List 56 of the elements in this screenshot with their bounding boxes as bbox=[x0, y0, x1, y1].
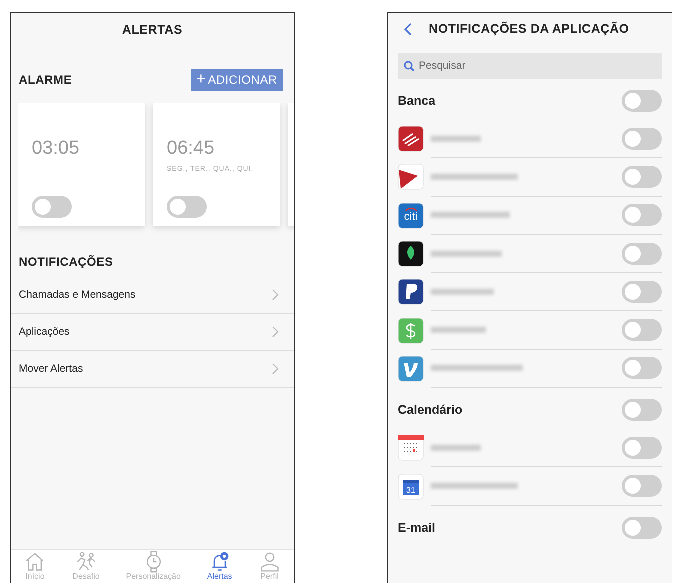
flag-stripes-icon bbox=[398, 126, 424, 152]
section-title: NOTIFICAÇÕES bbox=[19, 255, 114, 269]
chevron-right-icon bbox=[272, 289, 279, 301]
blurred-app-name bbox=[431, 250, 502, 257]
calendar-icon bbox=[398, 435, 424, 462]
calendar-date-text: 31 bbox=[406, 486, 416, 495]
blurred-app-name bbox=[431, 327, 486, 334]
toggle-switch[interactable] bbox=[622, 319, 662, 342]
runners-icon bbox=[75, 551, 98, 573]
dollar-icon bbox=[398, 318, 424, 344]
person-icon bbox=[258, 551, 281, 573]
tab-bar-item[interactable]: Perfil bbox=[258, 551, 281, 583]
search-icon bbox=[404, 60, 415, 72]
toggle-switch[interactable] bbox=[622, 436, 662, 459]
alarm-time: 03:05 bbox=[32, 138, 80, 160]
leaf-icon bbox=[398, 241, 424, 268]
back-chevron-icon[interactable] bbox=[404, 22, 412, 36]
blurred-app-name bbox=[431, 288, 494, 295]
toggle-switch[interactable] bbox=[167, 196, 207, 218]
list-item[interactable]: Aplicações bbox=[11, 314, 294, 351]
section-title: ALARME bbox=[19, 73, 72, 87]
blurred-app-name bbox=[431, 136, 481, 142]
chevron-right-icon bbox=[272, 363, 279, 375]
toggle-switch[interactable] bbox=[622, 204, 662, 226]
toggle-switch[interactable] bbox=[622, 166, 662, 188]
group-title: E-mail bbox=[398, 520, 436, 535]
tab-bar-item[interactable]: Início bbox=[24, 551, 46, 583]
toggle-switch[interactable] bbox=[622, 128, 662, 150]
add-button[interactable]: +ADICIONAR bbox=[191, 69, 283, 91]
toggle-switch[interactable] bbox=[32, 196, 72, 218]
tab-bar-item[interactable]: Personalização bbox=[126, 551, 181, 583]
logo-text: citi bbox=[404, 210, 418, 223]
group-title: Banca bbox=[398, 94, 436, 108]
screen-title: ALERTAS bbox=[122, 23, 183, 37]
tab-bar-item[interactable]: Desafio bbox=[72, 551, 100, 583]
tab-bar-item[interactable]: Alertas bbox=[207, 551, 232, 583]
letter-p-icon bbox=[398, 279, 424, 306]
toggle-switch[interactable] bbox=[622, 90, 662, 112]
screen-title: NOTIFICAÇÕES DA APLICAÇÃO bbox=[429, 22, 630, 36]
list-item[interactable]: Chamadas e Mensagens bbox=[11, 277, 294, 314]
toggle-switch[interactable] bbox=[622, 516, 662, 539]
alarm-time: 06:45 bbox=[167, 138, 215, 160]
search-field[interactable]: Pesquisar bbox=[398, 53, 662, 79]
toggle-switch[interactable] bbox=[622, 399, 662, 422]
group-title: Calendário bbox=[398, 403, 463, 418]
toggle-switch[interactable] bbox=[622, 242, 662, 265]
toggle-switch[interactable] bbox=[622, 357, 662, 380]
toggle-switch[interactable] bbox=[622, 475, 662, 498]
house-icon bbox=[24, 551, 46, 573]
alarm-card[interactable]: 03:05 bbox=[18, 103, 145, 226]
toggle-switch[interactable] bbox=[622, 280, 662, 303]
blurred-app-name bbox=[431, 444, 481, 451]
chevron-right-icon bbox=[272, 326, 279, 338]
swoosh-icon bbox=[398, 164, 424, 190]
list-item[interactable]: Mover Alertas bbox=[11, 351, 294, 388]
letter-v-icon bbox=[398, 356, 424, 382]
